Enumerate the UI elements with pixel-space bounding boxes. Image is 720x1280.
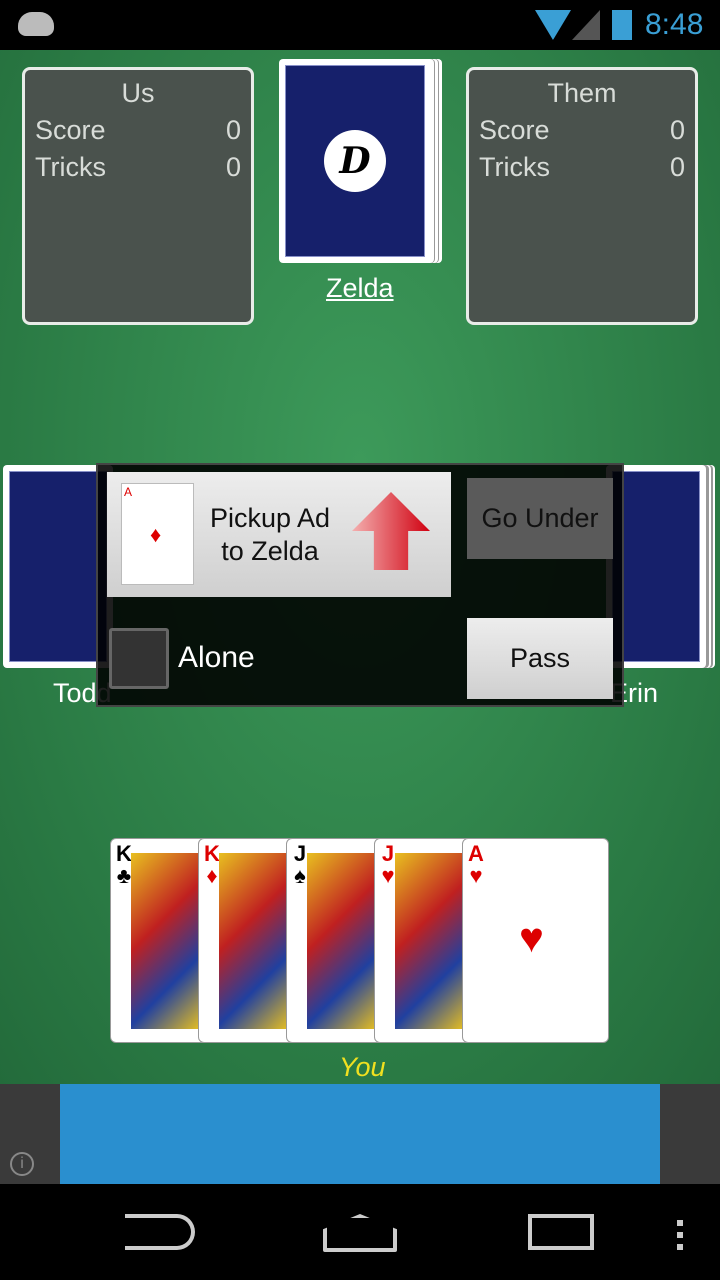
them-tricks: 0 [669, 152, 685, 182]
wifi-icon [535, 10, 571, 40]
player-name-you: You [339, 1052, 386, 1082]
pickup-label-line2: to Zelda [221, 536, 319, 566]
player-name-zelda: Zelda [326, 273, 394, 303]
alone-checkbox[interactable] [109, 628, 169, 689]
upcard-suit: ♦ [150, 522, 162, 547]
android-icon [18, 12, 54, 36]
up-arrow-icon [352, 492, 430, 570]
tricks-label: Tricks [35, 152, 106, 182]
us-score: 0 [225, 115, 241, 145]
go-under-button[interactable]: Go Under [467, 478, 613, 559]
pickup-button[interactable]: A ♦ Pickup Ad to Zelda [107, 472, 451, 597]
tricks-label: Tricks [479, 152, 550, 182]
battery-charging-icon [612, 10, 632, 40]
us-score-panel: Us Score 0 Tricks 0 [22, 67, 254, 325]
them-score-panel: Them Score 0 Tricks 0 [466, 67, 698, 325]
center-suit: ♥ [519, 914, 544, 961]
back-icon[interactable] [125, 1214, 195, 1250]
hand-card[interactable]: A ♥ ♥ [462, 838, 609, 1043]
ad-banner[interactable] [60, 1084, 660, 1184]
deck-logo: D [324, 130, 386, 192]
status-bar: 8:48 [0, 0, 720, 50]
ad-area: i [0, 1084, 720, 1184]
info-icon[interactable]: i [10, 1152, 34, 1176]
them-title: Them [547, 78, 617, 108]
menu-icon[interactable] [677, 1220, 683, 1250]
signal-icon [572, 10, 600, 40]
upcard-rank: A [124, 485, 133, 499]
score-label: Score [35, 115, 106, 145]
us-tricks: 0 [225, 152, 241, 182]
bid-dialog: A ♦ Pickup Ad to Zelda Go Under Alone Pa… [96, 463, 624, 707]
pass-label: Pass [509, 643, 571, 673]
home-icon[interactable] [323, 1214, 397, 1252]
pass-button[interactable]: Pass [467, 618, 613, 699]
them-score: 0 [669, 115, 685, 145]
upcard: A ♦ [121, 483, 194, 585]
recent-apps-icon[interactable] [528, 1214, 594, 1250]
clock: 8:48 [645, 8, 704, 41]
alone-label: Alone [178, 641, 255, 674]
go-under-label: Go Under [481, 503, 599, 533]
nav-bar [0, 1184, 720, 1280]
zelda-hand: D [279, 59, 431, 263]
us-title: Us [121, 78, 155, 108]
pickup-label-line1: Pickup Ad [209, 503, 331, 533]
score-label: Score [479, 115, 550, 145]
